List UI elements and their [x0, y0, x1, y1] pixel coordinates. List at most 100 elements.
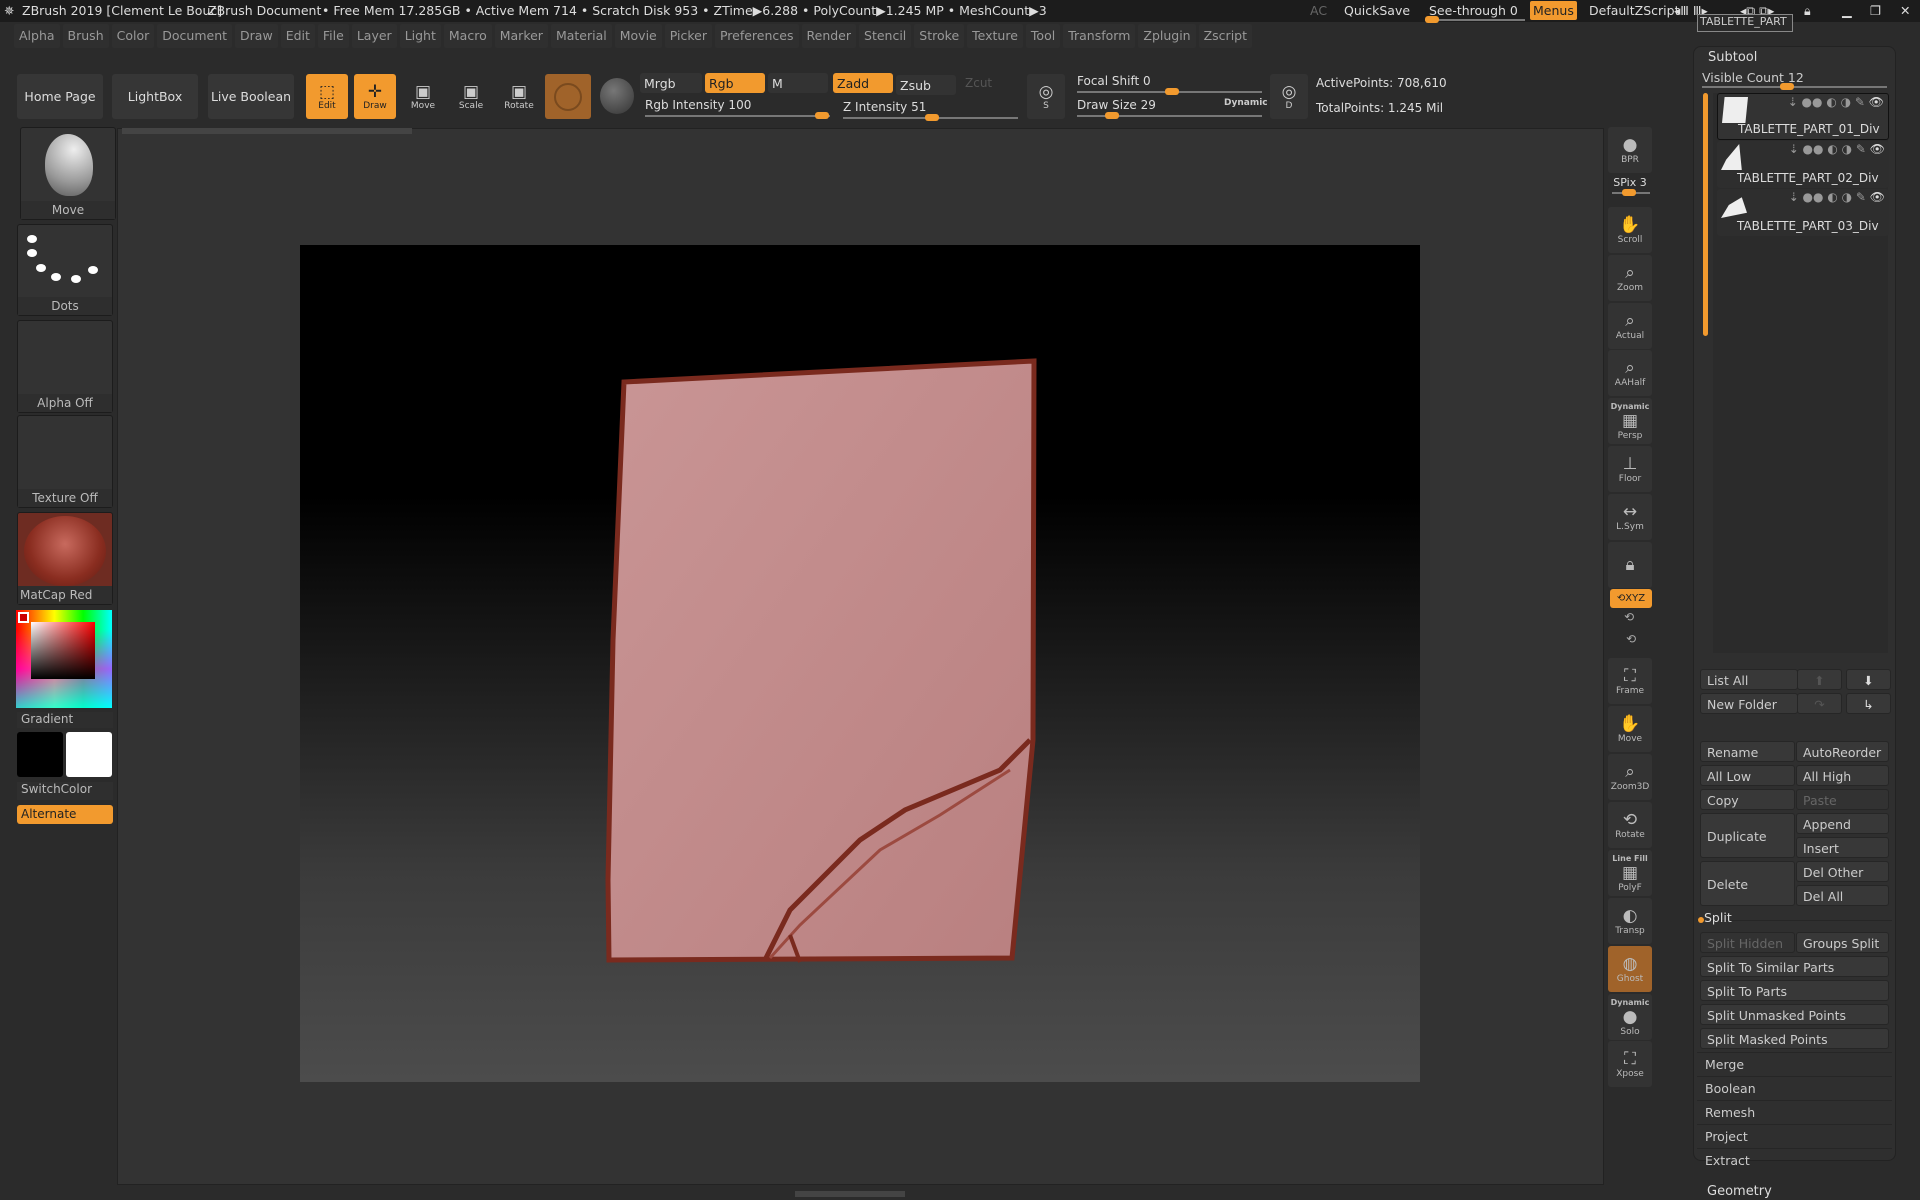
split-similar-parts-button[interactable]: Split To Similar Parts: [1700, 956, 1889, 977]
move-button[interactable]: ▣ Move: [402, 74, 444, 119]
lazy-mouse-s-button[interactable]: ◎ S: [1027, 74, 1065, 119]
spix-slider[interactable]: [1612, 189, 1650, 196]
menus-button[interactable]: Menus: [1530, 1, 1577, 20]
rgb-button[interactable]: Rgb: [705, 73, 765, 93]
menu-zscript[interactable]: Zscript: [1198, 24, 1253, 48]
groups-split-button[interactable]: Groups Split: [1796, 932, 1889, 953]
menu-zplugin[interactable]: Zplugin: [1138, 24, 1196, 48]
brush-thumbnail[interactable]: Move: [20, 127, 116, 220]
material-thumbnail[interactable]: MatCap Red Wax: [17, 512, 113, 605]
merge-section[interactable]: Merge: [1697, 1052, 1892, 1075]
lock-camera-button[interactable]: 🔒︎: [1608, 542, 1652, 588]
delete-button[interactable]: Delete: [1700, 861, 1795, 906]
rotate-view-button[interactable]: ⟲ Rotate: [1608, 802, 1652, 848]
aahalf-button[interactable]: ⌕ AAHalf: [1608, 350, 1652, 396]
del-all-button[interactable]: Del All: [1796, 885, 1889, 906]
frame-button[interactable]: ⛶ Frame: [1608, 658, 1652, 704]
menu-marker[interactable]: Marker: [494, 24, 548, 48]
persp-button[interactable]: Dynamic ▦ Persp: [1608, 398, 1652, 444]
menu-color[interactable]: Color: [111, 24, 155, 48]
focal-shift-slider[interactable]: [1077, 88, 1262, 95]
local-symmetry-button[interactable]: ↔ L.Sym: [1608, 494, 1652, 540]
rotate-z-icon[interactable]: ⟲: [1626, 632, 1636, 646]
stroke-thumbnail[interactable]: Dots: [17, 224, 113, 316]
ac-button[interactable]: AC: [1310, 3, 1327, 18]
boolean-section[interactable]: Boolean: [1697, 1076, 1892, 1099]
actual-button[interactable]: ⌕ Actual: [1608, 303, 1652, 349]
autoreorder-button[interactable]: AutoReorder: [1796, 741, 1889, 762]
draw-size-slider[interactable]: [1077, 112, 1262, 119]
brush-sphere-button[interactable]: [545, 74, 591, 119]
document-scrollbar[interactable]: [122, 128, 412, 134]
texture-thumbnail[interactable]: Texture Off: [17, 415, 113, 508]
menu-layer[interactable]: Layer: [351, 24, 397, 48]
tablet-part-01[interactable]: [605, 358, 1037, 963]
z-intensity-slider[interactable]: [843, 114, 1018, 121]
minimize-icon[interactable]: ▁: [1842, 3, 1852, 18]
gradient-toggle[interactable]: Gradient: [17, 712, 113, 728]
paste-button[interactable]: Paste: [1796, 789, 1889, 810]
m-button[interactable]: M: [768, 73, 828, 93]
draw-button[interactable]: ✛ Draw: [354, 74, 396, 119]
split-hidden-button[interactable]: Split Hidden: [1700, 932, 1795, 953]
live-boolean-button[interactable]: Live Boolean: [208, 74, 294, 119]
menu-draw[interactable]: Draw: [235, 24, 278, 48]
zsub-button[interactable]: Zsub: [896, 75, 956, 95]
current-tool-name[interactable]: TABLETTE_PART: [1697, 14, 1793, 32]
append-button[interactable]: Append: [1796, 813, 1889, 834]
scroll-button[interactable]: ✋ Scroll: [1608, 207, 1652, 253]
split-section-header[interactable]: Split: [1704, 910, 1732, 925]
mrgb-button[interactable]: Mrgb: [640, 73, 702, 93]
remesh-section[interactable]: Remesh: [1697, 1100, 1892, 1123]
visible-count-slider[interactable]: [1702, 83, 1887, 90]
extract-section[interactable]: Extract: [1697, 1148, 1892, 1171]
menu-brush[interactable]: Brush: [62, 24, 109, 48]
color-square[interactable]: [31, 622, 95, 679]
lazy-mouse-d-button[interactable]: ◎ D: [1270, 74, 1308, 119]
geometry-section-header[interactable]: Geometry: [1707, 1184, 1772, 1199]
subtool-scrollbar[interactable]: [1703, 93, 1708, 336]
alternate-button[interactable]: Alternate: [17, 805, 113, 824]
material-sphere-icon[interactable]: [600, 78, 634, 114]
restore-icon[interactable]: ❐: [1870, 3, 1881, 18]
see-through-slider[interactable]: See-through 0: [1429, 3, 1518, 18]
dynamic-toggle[interactable]: Dynamic: [1224, 98, 1268, 108]
secondary-color-black[interactable]: [17, 732, 63, 777]
all-low-button[interactable]: All Low: [1700, 765, 1795, 786]
menu-stroke[interactable]: Stroke: [914, 24, 965, 48]
project-section[interactable]: Project: [1697, 1124, 1892, 1147]
menu-macro[interactable]: Macro: [443, 24, 492, 48]
menu-transform[interactable]: Transform: [1063, 24, 1136, 48]
menu-texture[interactable]: Texture: [967, 24, 1023, 48]
new-folder-button[interactable]: New Folder: [1700, 693, 1798, 714]
solo-button[interactable]: Dynamic ● Solo: [1608, 994, 1652, 1040]
xyz-symmetry-button[interactable]: ⟲XYZ: [1610, 589, 1652, 608]
document-viewport[interactable]: [300, 245, 1420, 1082]
list-all-button[interactable]: List All: [1700, 669, 1798, 690]
lock-icon[interactable]: 🔒︎: [1804, 3, 1811, 19]
subtool-item[interactable]: ⇣ ●● ◐ ◑ ✎ 👁︎ TABLETTE_PART_03_Div: [1717, 189, 1889, 236]
insert-button[interactable]: Insert: [1796, 837, 1889, 858]
scale-button[interactable]: ▣ Scale: [450, 74, 492, 119]
switch-color-button[interactable]: SwitchColor: [17, 782, 113, 800]
xpose-button[interactable]: ⛶ Xpose: [1608, 1041, 1652, 1087]
menu-material[interactable]: Material: [550, 24, 612, 48]
subtool-item[interactable]: ⇣ ●● ◐ ◑ ✎ 👁︎ TABLETTE_PART_02_Div: [1717, 141, 1889, 188]
subtool-item[interactable]: ⇣ ●● ◐ ◑ ✎ 👁︎ TABLETTE_PART_01_Div: [1717, 93, 1889, 140]
menu-document[interactable]: Document: [157, 24, 233, 48]
zcut-button[interactable]: Zcut: [965, 76, 992, 90]
zoom-button[interactable]: ⌕ Zoom: [1608, 255, 1652, 301]
menu-light[interactable]: Light: [399, 24, 441, 48]
close-icon[interactable]: ✕: [1900, 3, 1910, 18]
move-folder-icon[interactable]: ↳: [1846, 693, 1891, 714]
edit-button[interactable]: ⬚ Edit: [306, 74, 348, 119]
duplicate-button[interactable]: Duplicate: [1700, 813, 1795, 858]
split-masked-points-button[interactable]: Split Masked Points: [1700, 1028, 1889, 1049]
menu-preferences[interactable]: Preferences: [714, 24, 799, 48]
subtool-visibility-icons[interactable]: ⇣ ●● ◐ ◑ ✎ 👁︎: [1789, 142, 1885, 156]
subtool-visibility-icons[interactable]: ⇣ ●● ◐ ◑ ✎ 👁︎: [1789, 190, 1885, 204]
menu-alpha[interactable]: Alpha: [14, 24, 60, 48]
home-page-button[interactable]: Home Page: [17, 74, 103, 119]
see-through-track[interactable]: [1425, 16, 1525, 23]
subtool-title[interactable]: Subtool: [1708, 50, 1757, 65]
